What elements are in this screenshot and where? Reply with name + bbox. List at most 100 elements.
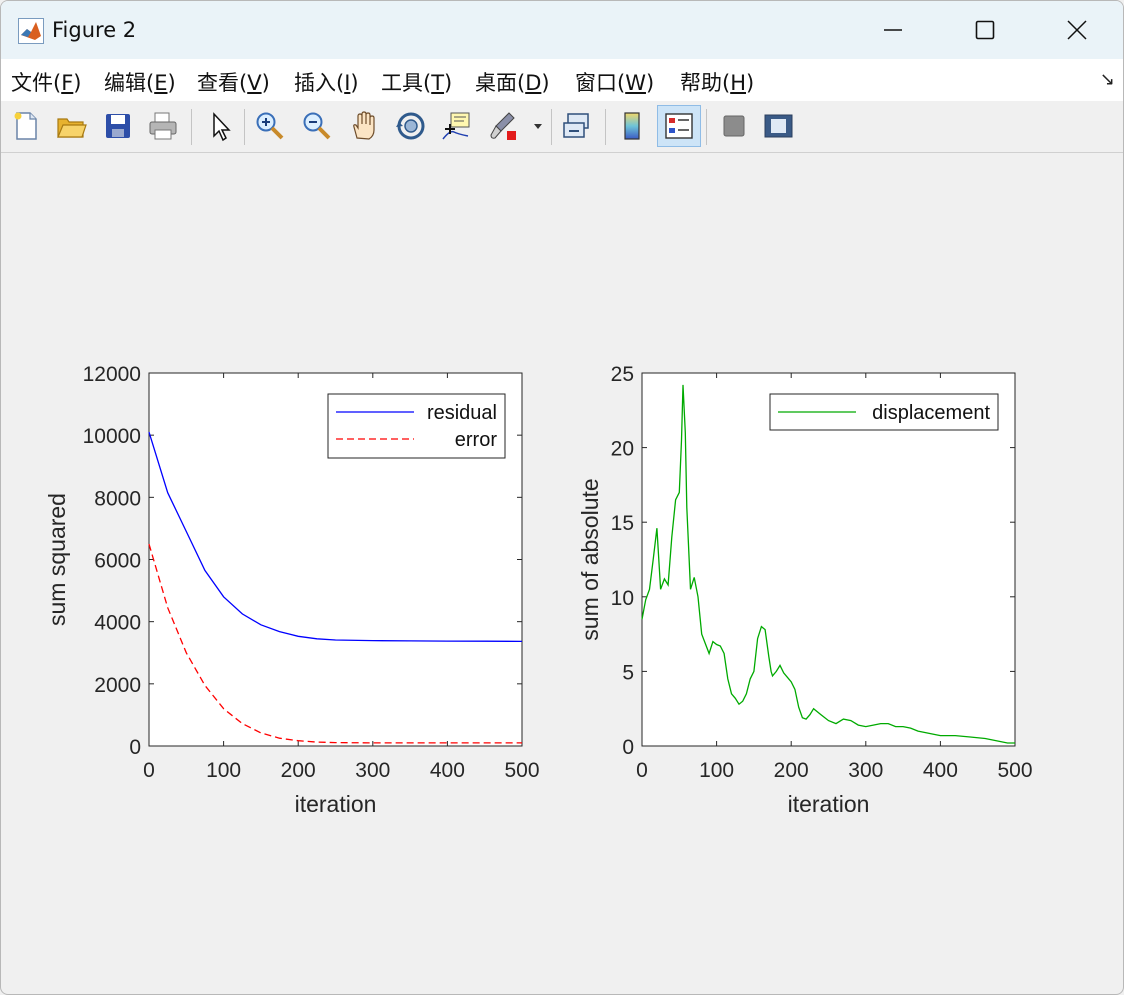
edit-plot-arrow-icon — [213, 112, 231, 142]
x-tick-label: 300 — [355, 759, 390, 782]
menu-accelerator: T — [431, 71, 445, 95]
legend-label: displacement — [872, 402, 990, 424]
legend: residual error — [327, 393, 506, 459]
close-icon — [1067, 20, 1087, 40]
menu-label: ) — [746, 71, 755, 95]
brush-icon — [490, 112, 516, 140]
legend-icon — [665, 113, 693, 139]
toolbar-separator — [191, 109, 192, 145]
y-tick-label: 10 — [611, 587, 634, 610]
edit-plot-button[interactable] — [200, 107, 238, 145]
axes-2[interactable]: 0 100 200 300 400 500 0 5 10 15 20 25 iteration sum o… — [577, 363, 1033, 817]
save-button[interactable] — [99, 107, 137, 145]
menu-desktop[interactable]: 桌面(D) — [475, 67, 550, 97]
hide-plot-tools-button[interactable] — [714, 107, 752, 145]
rotate-3d-button[interactable] — [392, 107, 430, 145]
x-tick-label: 400 — [923, 759, 958, 782]
menu-accelerator: E — [154, 71, 168, 95]
x-axis-label: iteration — [788, 791, 870, 817]
toolbar-separator — [605, 109, 606, 145]
show-plot-tools-button[interactable] — [759, 107, 797, 145]
menu-file[interactable]: 文件(F) — [11, 67, 82, 97]
zoom-in-icon — [256, 112, 284, 140]
y-tick-label: 0 — [622, 736, 634, 759]
colorbar-icon — [624, 112, 640, 140]
pan-button[interactable] — [345, 107, 383, 145]
new-figure-button[interactable] — [7, 107, 45, 145]
menu-label: ) — [645, 71, 655, 95]
y-tick-label: 2000 — [94, 674, 141, 697]
colorbar-button[interactable] — [613, 107, 651, 145]
print-button[interactable] — [144, 107, 182, 145]
y-tick-label: 12000 — [83, 363, 141, 386]
y-tick-label: 10000 — [83, 425, 141, 448]
menu-view[interactable]: 查看(V) — [197, 67, 270, 97]
minimize-icon — [884, 29, 902, 31]
dock-arrow-icon[interactable]: ↘ — [1100, 69, 1115, 90]
menu-label: ) — [167, 71, 176, 95]
menu-label: 窗口( — [575, 71, 626, 95]
legend-button[interactable] — [657, 105, 701, 147]
minimize-button[interactable] — [847, 1, 939, 59]
x-tick-label: 100 — [699, 759, 734, 782]
maximize-button[interactable] — [939, 1, 1031, 59]
y-tick-label: 20 — [611, 438, 634, 461]
matlab-logo-icon — [18, 18, 44, 44]
show-plot-tools-icon — [764, 114, 793, 138]
menu-window[interactable]: 窗口(W) — [575, 67, 654, 97]
menu-accelerator: W — [625, 71, 646, 95]
toolbar-separator — [244, 109, 245, 145]
link-plot-button[interactable] — [558, 107, 596, 145]
menu-help[interactable]: 帮助(H) — [680, 67, 754, 97]
menu-label: ) — [261, 71, 270, 95]
x-tick-label: 200 — [281, 759, 316, 782]
y-tick-label: 6000 — [94, 550, 141, 573]
zoom-in-button[interactable] — [251, 107, 289, 145]
maximize-icon — [975, 20, 995, 40]
x-tick-label: 0 — [143, 759, 155, 782]
menu-accelerator: H — [730, 71, 746, 95]
figure-canvas[interactable]: 0 100 200 300 400 500020004000600080001000012… — [1, 153, 1123, 993]
menu-edit[interactable]: 编辑(E) — [104, 67, 176, 97]
menu-label: 文件( — [11, 71, 62, 95]
x-tick-label: 500 — [504, 759, 539, 782]
legend-label: residual — [427, 402, 497, 424]
title-bar[interactable]: Figure 2 — [1, 1, 1123, 59]
toolbar-separator — [706, 109, 707, 145]
y-tick-label: 0 — [129, 736, 141, 759]
menu-bar: 文件(F) 编辑(E) 查看(V) 插入(I) 工具(T) 桌面(D) 窗口(W… — [1, 59, 1123, 102]
menu-accelerator: D — [525, 71, 542, 95]
brush-button[interactable] — [484, 107, 522, 145]
axes-1[interactable]: 0 100 200 300 400 500 0 2000 4000 6000 8000 10000 12… — [44, 363, 540, 817]
rotate-3d-icon — [396, 112, 425, 140]
brush-dropdown-button[interactable] — [527, 107, 549, 145]
zoom-out-button[interactable] — [298, 107, 336, 145]
x-tick-label: 300 — [848, 759, 883, 782]
menu-label: 帮助( — [680, 71, 731, 95]
y-tick-label: 8000 — [94, 487, 141, 510]
legend-label: error — [455, 429, 498, 451]
menu-label: ) — [444, 71, 453, 95]
y-tick-label: 4000 — [94, 612, 141, 635]
menu-label: 编辑( — [104, 71, 155, 95]
zoom-out-icon — [303, 112, 331, 140]
pan-hand-icon — [353, 111, 375, 140]
window-title: Figure 2 — [52, 18, 137, 42]
data-cursor-button[interactable] — [437, 107, 475, 145]
open-file-icon — [57, 118, 87, 138]
menu-insert[interactable]: 插入(I) — [294, 67, 359, 97]
legend: displacement — [769, 393, 999, 431]
menu-label: ) — [541, 71, 550, 95]
menu-accelerator: F — [61, 71, 74, 95]
toolbar-separator — [551, 109, 552, 145]
menu-tools[interactable]: 工具(T) — [381, 67, 452, 97]
link-plot-icon — [563, 113, 589, 138]
hide-plot-tools-icon — [723, 115, 745, 137]
toolbar — [1, 101, 1123, 153]
open-file-button[interactable] — [52, 107, 90, 145]
brush-dropdown-icon — [534, 124, 542, 129]
y-axis-label: sum of absolute — [577, 478, 603, 640]
print-icon — [149, 112, 177, 140]
close-button[interactable] — [1031, 1, 1123, 59]
x-tick-label: 500 — [997, 759, 1032, 782]
